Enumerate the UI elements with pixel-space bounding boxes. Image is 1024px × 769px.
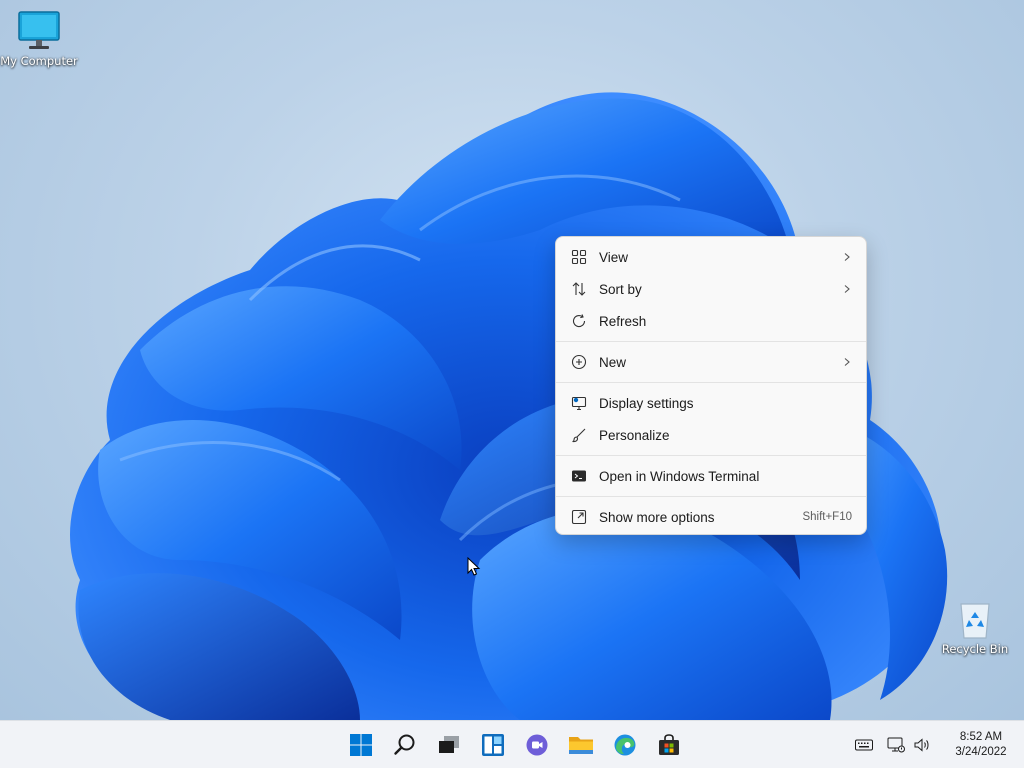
display-settings-icon — [570, 394, 588, 412]
menu-separator — [556, 382, 866, 383]
edge-browser-icon — [614, 734, 636, 756]
chevron-right-icon — [844, 285, 850, 293]
menu-item-label: Show more options — [599, 509, 715, 525]
menu-item-label: Refresh — [599, 313, 647, 329]
tray-network-button[interactable] — [884, 733, 908, 757]
taskbar: 8:52 AM 3/24/2022 — [0, 720, 1024, 768]
wallpaper-bloom-image — [70, 92, 948, 720]
keyboard-icon — [855, 739, 873, 751]
menu-item-label: Open in Windows Terminal — [599, 468, 760, 484]
plus-circle-icon — [570, 353, 588, 371]
search-icon — [394, 734, 415, 755]
mouse-cursor-icon — [467, 557, 481, 576]
menu-item-new[interactable]: New — [556, 346, 866, 378]
clock-date: 3/24/2022 — [955, 746, 1007, 758]
desktop-icon-recycle-bin[interactable]: Recycle Bin — [936, 598, 1014, 656]
terminal-icon — [570, 467, 588, 485]
taskbar-edge-button[interactable] — [603, 725, 647, 765]
clock-time: 8:52 AM — [959, 731, 1003, 743]
taskbar-search-button[interactable] — [383, 725, 427, 765]
desktop-icon-label: Recycle Bin — [941, 642, 1009, 656]
menu-item-label: Display settings — [599, 395, 694, 411]
folder-icon — [569, 737, 593, 754]
taskbar-apps — [339, 721, 691, 769]
task-view-icon — [439, 736, 459, 753]
refresh-icon — [570, 312, 588, 330]
widgets-icon — [482, 734, 504, 756]
taskbar-clock[interactable]: 8:52 AM 3/24/2022 — [940, 730, 1022, 760]
monitor-icon — [18, 11, 60, 49]
recycle-bin-icon — [960, 603, 990, 639]
store-bag-icon — [659, 734, 679, 755]
taskbar-file-explorer-button[interactable] — [559, 725, 603, 765]
menu-separator — [556, 496, 866, 497]
menu-item-refresh[interactable]: Refresh — [556, 305, 866, 337]
menu-separator — [556, 341, 866, 342]
menu-item-label: New — [599, 354, 627, 370]
chevron-right-icon — [844, 253, 850, 261]
taskbar-task-view-button[interactable] — [427, 725, 471, 765]
menu-item-view[interactable]: View — [556, 241, 866, 273]
desktop-icon-label: My Computer — [0, 54, 78, 68]
system-tray: 8:52 AM 3/24/2022 — [852, 721, 1024, 769]
menu-item-display-settings[interactable]: Display settings — [556, 387, 866, 419]
tray-keyboard-button[interactable] — [852, 733, 876, 757]
menu-item-sort-by[interactable]: Sort by — [556, 273, 866, 305]
network-icon — [887, 737, 905, 753]
brush-icon — [570, 426, 588, 444]
grid-view-icon — [570, 248, 588, 266]
tray-volume-button[interactable] — [910, 733, 934, 757]
taskbar-store-button[interactable] — [647, 725, 691, 765]
desktop-context-menu: View Sort by Refresh New Display setting… — [555, 236, 867, 535]
menu-item-label: Personalize — [599, 427, 670, 443]
menu-separator — [556, 455, 866, 456]
desktop-icon-my-computer[interactable]: My Computer — [0, 10, 78, 68]
chat-icon — [526, 734, 548, 756]
taskbar-chat-button[interactable] — [515, 725, 559, 765]
windows-start-icon — [350, 734, 372, 756]
menu-item-show-more-options[interactable]: Show more options Shift+F10 — [556, 501, 866, 533]
desktop[interactable]: My Computer Recycle Bin — [0, 0, 1024, 720]
menu-item-open-terminal[interactable]: Open in Windows Terminal — [556, 460, 866, 492]
chevron-right-icon — [844, 358, 850, 366]
shortcut-hint: Shift+F10 — [802, 511, 852, 523]
sort-arrows-icon — [570, 280, 588, 298]
menu-item-label: Sort by — [599, 281, 642, 297]
menu-item-label: View — [599, 249, 629, 265]
expand-icon — [570, 508, 588, 526]
menu-item-personalize[interactable]: Personalize — [556, 419, 866, 451]
taskbar-widgets-button[interactable] — [471, 725, 515, 765]
volume-icon — [914, 738, 929, 752]
taskbar-start-button[interactable] — [339, 725, 383, 765]
